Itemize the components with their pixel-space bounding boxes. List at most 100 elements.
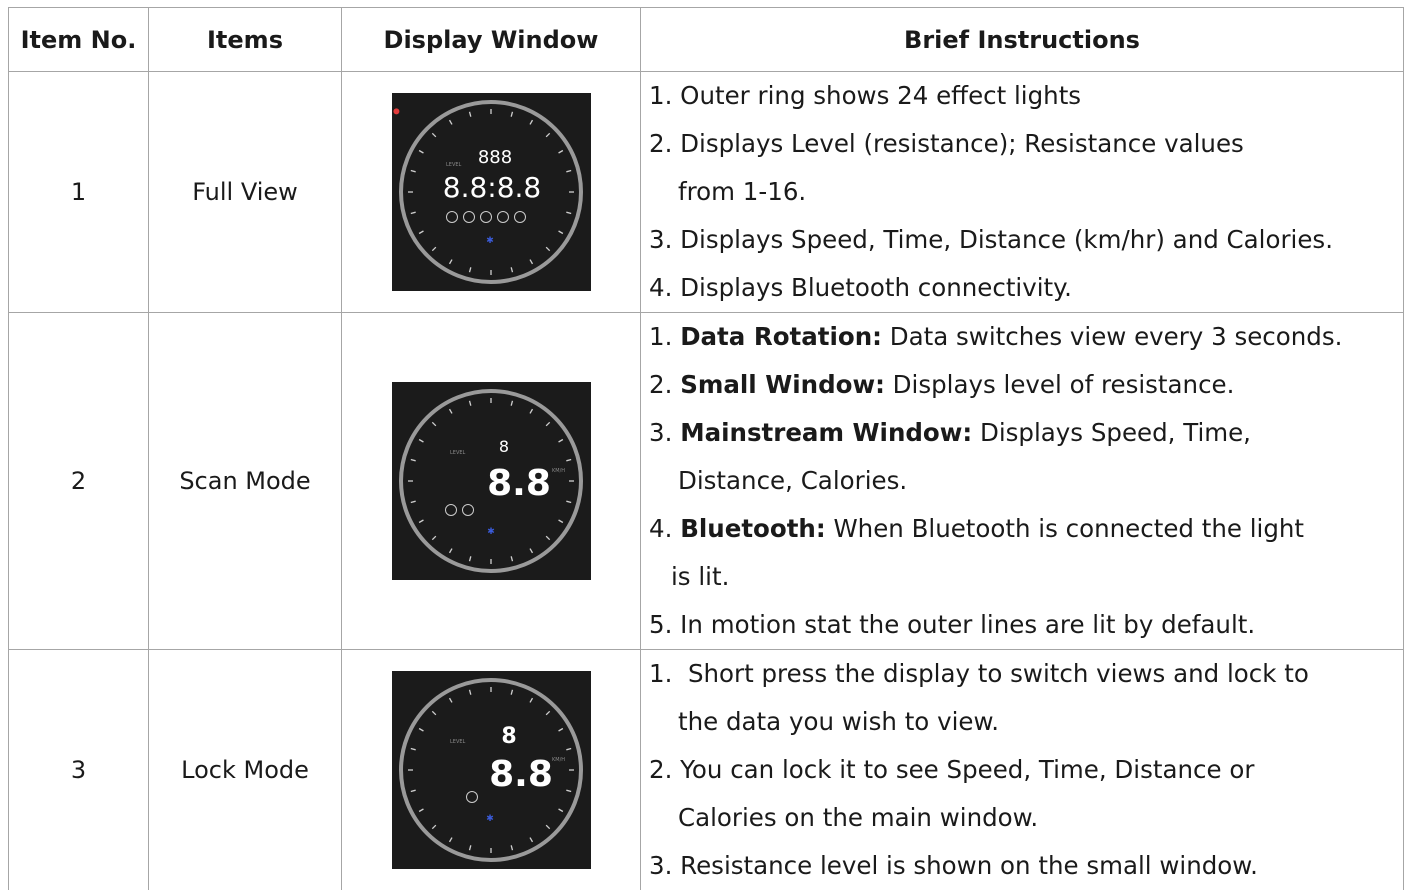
ring-tick xyxy=(558,520,562,523)
effect-light-icon xyxy=(393,108,399,114)
instruction-line: Distance, Calories. xyxy=(649,457,1403,505)
ring-tick xyxy=(558,231,562,234)
ring-tick xyxy=(566,790,571,791)
ring-tick xyxy=(546,247,550,251)
ring-tick xyxy=(469,267,470,272)
instruction-line: Calories on the main window. xyxy=(649,794,1403,842)
header-item-no: Item No. xyxy=(9,8,149,72)
instruction-line: 2. Displays Level (resistance); Resistan… xyxy=(649,120,1403,168)
scan-icon xyxy=(445,505,456,516)
instructions-cell: 1. Data Rotation: Data switches view eve… xyxy=(641,313,1404,650)
bluetooth-icon: ✱ xyxy=(486,814,494,824)
instruction-line: 2. You can lock it to see Speed, Time, D… xyxy=(649,746,1403,794)
distance-icon xyxy=(497,212,508,223)
instruction-line: the data you wish to view. xyxy=(649,698,1403,746)
instruction-line: from 1-16. xyxy=(649,168,1403,216)
instruction-line: 3. Mainstream Window: Displays Speed, Ti… xyxy=(649,409,1403,457)
instruction-table: Item No. Items Display Window Brief Inst… xyxy=(8,7,1404,890)
ring-tick xyxy=(511,401,512,406)
ring-tick xyxy=(449,549,452,553)
ring-tick xyxy=(419,231,423,234)
display-window-cell: LEVEL 8 8.8 KM/H ✱ xyxy=(342,650,641,890)
ring-tick xyxy=(546,825,550,829)
ring-tick xyxy=(449,698,452,702)
ring-tick xyxy=(566,171,571,172)
ring-tick xyxy=(566,460,571,461)
stat-icons-row xyxy=(446,212,525,223)
ring-tick xyxy=(449,120,452,124)
bluetooth-icon: ✱ xyxy=(487,527,495,537)
ring-tick xyxy=(469,845,470,850)
display-panel-full-view: LEVEL 888 8.8:8.8 ✱ xyxy=(392,93,591,291)
small-window-label: LEVEL xyxy=(450,739,466,745)
main-window-value: 8.8 xyxy=(489,754,553,795)
header-brief-instructions: Brief Instructions xyxy=(641,8,1404,72)
ring-tick xyxy=(530,409,533,413)
display-panel-lock-mode: LEVEL 8 8.8 KM/H ✱ xyxy=(392,671,591,869)
ring-tick xyxy=(419,729,423,732)
ring-tick xyxy=(432,247,436,251)
ring-tick xyxy=(530,838,533,842)
display-window-cell: LEVEL 888 8.8:8.8 ✱ xyxy=(342,72,641,313)
item-name: Scan Mode xyxy=(149,313,342,650)
scan-icon xyxy=(446,212,457,223)
display-window-cell: LEVEL 8 8.8 KM/H ✱ xyxy=(342,313,641,650)
ring-tick xyxy=(410,212,415,213)
ring-tick xyxy=(432,133,436,137)
instruction-line: 2. Small Window: Displays level of resis… xyxy=(649,361,1403,409)
small-window-label: LEVEL xyxy=(446,162,462,168)
unit-label: KM/H xyxy=(552,757,565,763)
ring-tick xyxy=(419,440,423,443)
ring-tick xyxy=(449,838,452,842)
ring-tick xyxy=(432,422,436,426)
ring-tick xyxy=(419,151,423,154)
ring-tick xyxy=(449,409,452,413)
ring-tick xyxy=(410,749,415,750)
ring-tick xyxy=(558,151,562,154)
instruction-line: 3. Displays Speed, Time, Distance (km/hr… xyxy=(649,216,1403,264)
bluetooth-icon: ✱ xyxy=(486,236,494,246)
instruction-line: 1. Data Rotation: Data switches view eve… xyxy=(649,313,1403,361)
ring-tick xyxy=(558,440,562,443)
instruction-line: 1. Short press the display to switch vie… xyxy=(649,650,1403,698)
item-number: 3 xyxy=(9,650,149,890)
ring-tick xyxy=(419,809,423,812)
small-window-value: 888 xyxy=(477,147,511,168)
instruction-line: 4. Bluetooth: When Bluetooth is connecte… xyxy=(649,505,1403,553)
ring-tick xyxy=(432,825,436,829)
instruction-line: is lit. xyxy=(649,553,1403,601)
speed-icon xyxy=(466,792,477,803)
ring-tick xyxy=(469,401,470,406)
instructions-cell: 1. Outer ring shows 24 effect lights 2. … xyxy=(641,72,1404,313)
item-number: 1 xyxy=(9,72,149,313)
small-window-value: 8 xyxy=(498,437,508,456)
ring-tick xyxy=(432,711,436,715)
ring-tick xyxy=(419,520,423,523)
speed-icon xyxy=(462,505,473,516)
instruction-line: 3. Resistance level is shown on the smal… xyxy=(649,842,1403,890)
ring-tick xyxy=(566,501,571,502)
item-number: 2 xyxy=(9,313,149,650)
ring-tick xyxy=(546,133,550,137)
small-window-label: LEVEL xyxy=(450,450,466,456)
ring-tick xyxy=(469,556,470,561)
small-window-value: 8 xyxy=(501,724,516,749)
ring-tick xyxy=(566,212,571,213)
main-window-value: 8.8 xyxy=(487,463,551,504)
header-row: Item No. Items Display Window Brief Inst… xyxy=(9,8,1404,72)
ring-tick xyxy=(511,556,512,561)
ring-tick xyxy=(511,845,512,850)
time-icon xyxy=(480,212,491,223)
ring-tick xyxy=(530,549,533,553)
header-display-window: Display Window xyxy=(342,8,641,72)
display-panel-scan-mode: LEVEL 8 8.8 KM/H ✱ xyxy=(392,382,591,580)
item-name: Lock Mode xyxy=(149,650,342,890)
ring-tick xyxy=(530,120,533,124)
ring-tick xyxy=(530,260,533,264)
ring-tick xyxy=(530,698,533,702)
table-row: 3 Lock Mode LEVEL 8 8.8 KM/H ✱ 1. Short … xyxy=(9,650,1404,890)
ring-tick xyxy=(511,112,512,117)
unit-label: KM/H xyxy=(552,468,565,474)
instructions-cell: 1. Short press the display to switch vie… xyxy=(641,650,1404,890)
ring-tick xyxy=(410,501,415,502)
